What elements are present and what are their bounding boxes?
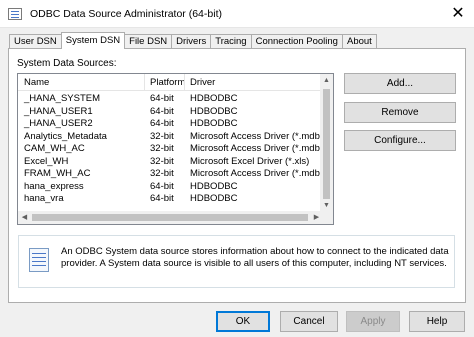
column-header-platform[interactable]: Platform <box>150 77 185 88</box>
dsn-name: hana_express <box>24 180 84 192</box>
column-header-name[interactable]: Name <box>24 77 49 88</box>
info-text: An ODBC System data source stores inform… <box>61 246 449 269</box>
tab-drivers[interactable]: Drivers <box>171 34 212 48</box>
vertical-scrollbar[interactable]: ▲ ▼ <box>320 74 333 212</box>
list-item[interactable]: _HANA_USER1 64-bit HDBODBC <box>18 106 323 119</box>
cancel-button[interactable]: Cancel <box>280 311 338 332</box>
dsn-driver: Microsoft Access Driver (*.mdb) <box>190 130 324 142</box>
dsn-platform: 64-bit <box>150 118 174 129</box>
list-item[interactable]: CAM_WH_AC 32-bit Microsoft Access Driver… <box>18 143 323 156</box>
dsn-platform: 64-bit <box>150 105 174 117</box>
list-item[interactable]: _HANA_USER2 64-bit HDBODBC <box>18 118 323 131</box>
dsn-driver: HDBODBC <box>190 93 238 104</box>
help-button[interactable]: Help <box>409 311 465 332</box>
dsn-platform: 32-bit <box>150 155 174 167</box>
dsn-platform: 32-bit <box>150 143 174 154</box>
column-divider[interactable] <box>184 74 185 91</box>
list-item[interactable]: hana_vra 64-bit HDBODBC <box>18 193 323 206</box>
dsn-name: _HANA_USER2 <box>24 118 93 129</box>
dsn-name: _HANA_USER1 <box>24 105 93 117</box>
dsn-platform: 64-bit <box>150 193 174 204</box>
dsn-driver: HDBODBC <box>190 105 238 117</box>
dsn-name: Excel_WH <box>24 155 69 167</box>
horizontal-scrollbar[interactable]: ◀ ▶ <box>18 211 323 224</box>
dsn-driver: Microsoft Access Driver (*.mdb) <box>190 168 324 179</box>
dsn-name: FRAM_WH_AC <box>24 168 91 179</box>
dsn-platform: 32-bit <box>150 130 174 142</box>
close-button[interactable]: ✕ <box>448 4 468 24</box>
list-item[interactable]: hana_express 64-bit HDBODBC <box>18 181 323 194</box>
column-header-driver[interactable]: Driver <box>190 77 215 88</box>
section-label: System Data Sources: <box>17 58 117 69</box>
title-bar: ODBC Data Source Administrator (64-bit) … <box>0 0 474 28</box>
tab-about[interactable]: About <box>341 34 377 48</box>
dsn-platform: 64-bit <box>150 180 174 192</box>
list-item[interactable]: _HANA_SYSTEM 64-bit HDBODBC <box>18 93 323 106</box>
dsn-name: hana_vra <box>24 193 64 204</box>
data-source-list[interactable]: Name Platform Driver _HANA_SYSTEM 64-bit… <box>17 73 334 225</box>
dsn-name: Analytics_Metadata <box>24 130 107 142</box>
tab-connection-pooling[interactable]: Connection Pooling <box>250 34 343 48</box>
dsn-name: CAM_WH_AC <box>24 143 85 154</box>
tab-tracing[interactable]: Tracing <box>210 34 252 48</box>
dsn-driver: HDBODBC <box>190 118 238 129</box>
list-item[interactable]: Excel_WH 32-bit Microsoft Excel Driver (… <box>18 156 323 169</box>
dsn-name: _HANA_SYSTEM <box>24 93 101 104</box>
info-box: An ODBC System data source stores inform… <box>18 235 455 288</box>
scrollbar-corner <box>320 211 333 224</box>
dsn-driver: HDBODBC <box>190 193 238 204</box>
add-button[interactable]: Add... <box>344 73 456 94</box>
scroll-up-arrow-icon[interactable]: ▲ <box>320 74 333 87</box>
column-divider[interactable] <box>144 74 145 91</box>
remove-button[interactable]: Remove <box>344 102 456 123</box>
window-title: ODBC Data Source Administrator (64-bit) <box>30 8 222 20</box>
list-item[interactable]: Analytics_Metadata 32-bit Microsoft Acce… <box>18 131 323 144</box>
data-source-icon <box>29 248 49 272</box>
scroll-left-arrow-icon[interactable]: ◀ <box>18 211 31 224</box>
list-header: Name Platform Driver <box>18 74 323 91</box>
dsn-driver: Microsoft Access Driver (*.mdb) <box>190 143 324 154</box>
dsn-driver: HDBODBC <box>190 180 238 192</box>
horizontal-scroll-thumb[interactable] <box>32 214 308 221</box>
ok-button[interactable]: OK <box>216 311 270 332</box>
tab-strip: User DSN System DSN File DSN Drivers Tra… <box>9 32 377 49</box>
list-rows: _HANA_SYSTEM 64-bit HDBODBC _HANA_USER1 … <box>18 93 323 206</box>
apply-button[interactable]: Apply <box>346 311 400 332</box>
dsn-platform: 32-bit <box>150 168 174 179</box>
dsn-platform: 64-bit <box>150 93 174 104</box>
tab-file-dsn[interactable]: File DSN <box>124 34 173 48</box>
tab-user-dsn[interactable]: User DSN <box>9 34 62 48</box>
tab-system-dsn[interactable]: System DSN <box>60 32 126 49</box>
odbc-admin-icon <box>8 8 22 20</box>
list-item[interactable]: FRAM_WH_AC 32-bit Microsoft Access Drive… <box>18 168 323 181</box>
dsn-driver: Microsoft Excel Driver (*.xls) <box>190 155 310 167</box>
configure-button[interactable]: Configure... <box>344 130 456 151</box>
vertical-scroll-thumb[interactable] <box>323 89 330 199</box>
